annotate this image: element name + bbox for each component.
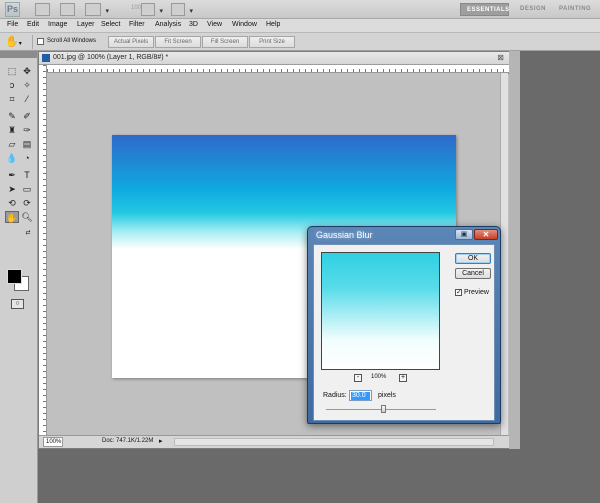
- history-brush-icon[interactable]: ✑: [20, 124, 34, 136]
- fit-screen-button[interactable]: Fit Screen: [155, 36, 201, 48]
- arrange-documents-icon[interactable]: ▾: [141, 3, 163, 16]
- dialog-title: Gaussian Blur: [316, 230, 373, 240]
- mini-bridge-icon[interactable]: [60, 3, 75, 16]
- document-close-icon[interactable]: ⊠: [497, 53, 504, 62]
- radius-input[interactable]: 30.0: [349, 390, 372, 401]
- type-icon[interactable]: T: [20, 169, 34, 181]
- document-size-info[interactable]: Doc: 747.1K/1.22M: [102, 438, 153, 444]
- lasso-icon[interactable]: ↄ: [5, 79, 19, 91]
- photoshop-logo: Ps: [5, 2, 20, 17]
- document-title: 001.jpg @ 100% (Layer 1, RGB/8#) *: [53, 54, 169, 61]
- preview-label: Preview: [464, 289, 489, 296]
- hand-tool-preset-icon[interactable]: ✋▾: [5, 35, 27, 49]
- actual-pixels-button[interactable]: Actual Pixels: [108, 36, 154, 48]
- zoom-icon[interactable]: 🔍︎: [20, 211, 34, 223]
- radius-value: 30.0: [351, 392, 370, 400]
- menu-filter[interactable]: Filter: [129, 21, 145, 28]
- options-divider: [32, 35, 33, 49]
- radius-unit-label: pixels: [378, 392, 396, 399]
- menu-image[interactable]: Image: [48, 21, 67, 28]
- radius-label: Radius:: [323, 392, 347, 399]
- menu-help[interactable]: Help: [266, 21, 280, 28]
- blur-preview-image[interactable]: [321, 252, 440, 370]
- foreground-color-swatch[interactable]: [7, 269, 22, 284]
- horizontal-ruler: [47, 65, 509, 73]
- eraser-icon[interactable]: ▱: [5, 138, 19, 150]
- panel-dock-edge: [509, 51, 520, 449]
- tools-panel: ⬚ ✥ ↄ ✧ ⌗ ⁄ ✎ ✐ ♜ ✑ ▱ ▤ 💧 ◔ ✒ T ➤ ▭ ⟲ ⟳ …: [0, 51, 38, 503]
- quick-mask-icon[interactable]: ○: [11, 299, 24, 309]
- status-zoom-field[interactable]: 100%: [43, 437, 63, 447]
- status-menu-arrow-icon[interactable]: ▸: [159, 437, 163, 445]
- menu-edit[interactable]: Edit: [27, 21, 39, 28]
- preview-checkbox[interactable]: ✓: [455, 289, 462, 296]
- menu-3d[interactable]: 3D: [189, 21, 198, 28]
- workspace-painting[interactable]: PAINTING: [553, 3, 597, 16]
- 3d-orbit-icon[interactable]: ⟳: [20, 197, 34, 209]
- tools-panel-header[interactable]: [0, 51, 37, 58]
- preview-zoom-in-button[interactable]: +: [399, 374, 407, 382]
- dialog-body: - 100% + OK Cancel ✓ Preview Radius: 30.…: [313, 244, 495, 421]
- gaussian-blur-dialog: Gaussian Blur ▣ ✕ - 100% + OK Cancel ✓ P…: [307, 226, 501, 424]
- swap-colors-icon[interactable]: ⇄: [21, 227, 35, 239]
- dialog-close-icon[interactable]: ✕: [474, 229, 498, 240]
- preview-zoom-percent: 100%: [371, 374, 387, 380]
- extras-icon[interactable]: ▾: [85, 3, 109, 16]
- options-bar: ✋▾ Scroll All Windows Actual Pixels Fit …: [0, 33, 600, 51]
- document-type-icon: [42, 54, 50, 62]
- healing-brush-icon[interactable]: ✎: [5, 110, 19, 122]
- menu-layer[interactable]: Layer: [77, 21, 95, 28]
- blur-icon[interactable]: 💧: [5, 152, 19, 164]
- menu-file[interactable]: File: [7, 21, 18, 28]
- vertical-ruler: [39, 65, 47, 436]
- crop-icon[interactable]: ⌗: [5, 93, 19, 105]
- magic-wand-icon[interactable]: ✧: [20, 79, 34, 91]
- scroll-all-windows-label: Scroll All Windows: [47, 38, 97, 44]
- pen-icon[interactable]: ✒: [5, 169, 19, 181]
- dodge-icon[interactable]: ◔: [20, 152, 34, 164]
- screen-mode-icon[interactable]: ▾: [171, 3, 193, 16]
- menu-select[interactable]: Select: [101, 21, 120, 28]
- 3d-rotate-icon[interactable]: ⟲: [5, 197, 19, 209]
- workspace-design[interactable]: DESIGN: [514, 3, 550, 16]
- hand-icon[interactable]: ✋: [5, 211, 19, 223]
- horizontal-scrollbar[interactable]: [174, 438, 494, 446]
- shape-icon[interactable]: ▭: [20, 183, 34, 195]
- print-size-button[interactable]: Print Size: [249, 36, 295, 48]
- cancel-button[interactable]: Cancel: [455, 268, 491, 279]
- gradient-icon[interactable]: ▤: [20, 138, 34, 150]
- marquee-icon[interactable]: ⬚: [5, 65, 19, 77]
- path-selection-icon[interactable]: ➤: [5, 183, 19, 195]
- document-tab[interactable]: 001.jpg @ 100% (Layer 1, RGB/8#) * ⊠: [39, 52, 510, 65]
- workspace-essentials[interactable]: ESSENTIALS: [460, 3, 509, 16]
- clone-stamp-icon[interactable]: ♜: [5, 124, 19, 136]
- eyedropper-icon[interactable]: ⁄: [20, 93, 34, 105]
- panel-dock: [520, 51, 600, 503]
- preview-zoom-out-button[interactable]: -: [354, 374, 362, 382]
- move-icon[interactable]: ✥: [20, 65, 34, 77]
- bridge-icon[interactable]: [35, 3, 50, 16]
- document-status-bar: 100% Doc: 747.1K/1.22M ▸: [39, 435, 510, 448]
- ok-button[interactable]: OK: [455, 253, 491, 264]
- menu-window[interactable]: Window: [232, 21, 257, 28]
- vertical-scrollbar[interactable]: [500, 73, 508, 436]
- dialog-restore-icon[interactable]: ▣: [455, 229, 473, 240]
- scroll-all-windows-checkbox[interactable]: [37, 38, 44, 45]
- fill-screen-button[interactable]: Fill Screen: [202, 36, 248, 48]
- menu-view[interactable]: View: [207, 21, 222, 28]
- application-bar: Ps ▾ 100% ▾ ▾ ESSENTIALS DESIGN PAINTING: [0, 0, 600, 19]
- menu-bar: File Edit Image Layer Select Filter Anal…: [0, 19, 600, 33]
- menu-analysis[interactable]: Analysis: [155, 21, 181, 28]
- brush-icon[interactable]: ✐: [20, 110, 34, 122]
- radius-slider-thumb[interactable]: [381, 405, 386, 413]
